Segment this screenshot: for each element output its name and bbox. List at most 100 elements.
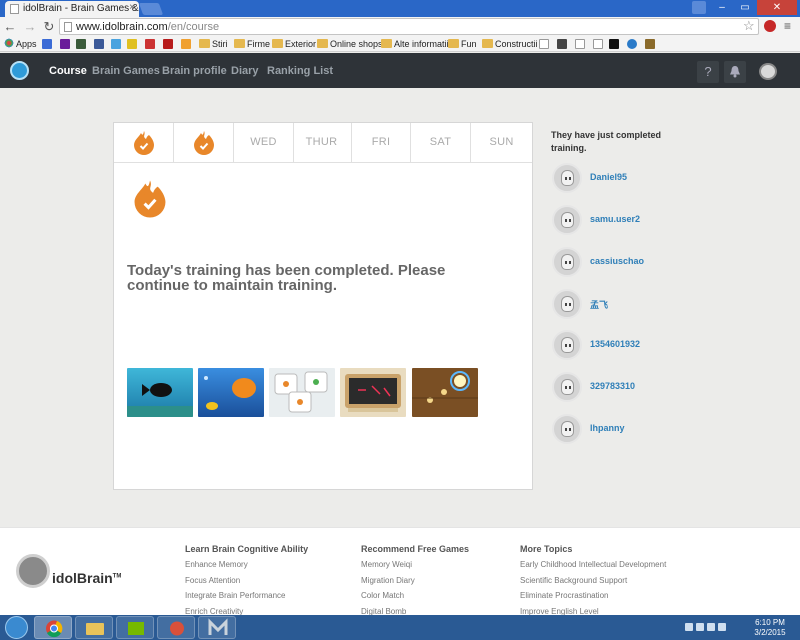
folder-icon <box>86 623 104 635</box>
user-name[interactable]: Daniel95 <box>590 172 627 182</box>
game-thumb-dice[interactable] <box>269 368 335 417</box>
tray-volume-icon[interactable] <box>718 623 726 631</box>
bookmark-imdb-icon[interactable] <box>127 39 137 49</box>
help-icon[interactable]: ? <box>697 61 719 83</box>
tab-close-icon[interactable]: × <box>129 2 135 13</box>
dice-game-icon <box>274 371 328 413</box>
url-path: /en/course <box>167 21 220 33</box>
nav-course[interactable]: Course <box>49 65 87 77</box>
flame-check-icon <box>194 131 214 155</box>
folder-icon <box>317 39 328 48</box>
bookmark-folder[interactable]: Constructii <box>482 38 538 51</box>
footer-link[interactable]: Eliminate Procrastination <box>520 591 608 600</box>
bookmark-facebook-icon[interactable] <box>94 39 104 49</box>
footer-link[interactable]: Integrate Brain Performance <box>185 591 286 600</box>
taskbar-clock[interactable]: 6:10 PM 3/2/2015 <box>745 618 795 638</box>
reload-icon[interactable]: ↻ <box>41 19 57 35</box>
bookmark-site-icon[interactable] <box>111 39 121 49</box>
extension-icon[interactable] <box>764 20 776 32</box>
taskbar-explorer-icon[interactable] <box>75 616 113 639</box>
chrome-menu-icon[interactable]: ≡ <box>784 19 791 33</box>
user-name[interactable]: cassiuschao <box>590 256 644 266</box>
bookmark-site-icon[interactable] <box>627 39 637 49</box>
bookmark-folder[interactable]: Alte informatii <box>381 38 449 51</box>
taskbar-chrome-icon[interactable] <box>34 616 72 639</box>
site-footer: idolBrainTM Learn Brain Cognitive Abilit… <box>0 527 800 616</box>
bookmark-site-icon[interactable] <box>181 39 191 49</box>
bookmark-google-icon[interactable] <box>42 39 52 49</box>
folder-icon <box>199 39 210 48</box>
nav-brain-profile[interactable]: Brain profile <box>162 65 227 77</box>
browser-tab[interactable]: idolBrain - Brain Games & × <box>5 1 139 17</box>
nvidia-icon <box>128 622 144 635</box>
user-row[interactable]: lhpanny <box>552 414 752 446</box>
taskbar-nvidia-icon[interactable] <box>116 616 154 639</box>
user-row[interactable]: 孟飞 <box>552 289 752 321</box>
address-bar[interactable]: www.idolbrain.com/en/course <box>59 18 759 35</box>
fish-game-icon <box>127 383 193 417</box>
chrome-user-icon[interactable] <box>692 1 706 14</box>
user-name[interactable]: 孟飞 <box>590 298 608 311</box>
footer-link[interactable]: Scientific Background Support <box>520 576 627 585</box>
taskbar-m-icon[interactable] <box>198 616 236 639</box>
tray-flag-icon[interactable] <box>696 623 704 631</box>
game-thumb-fish[interactable] <box>127 368 193 417</box>
user-avatar-icon[interactable] <box>759 63 777 80</box>
bookmark-site-icon[interactable] <box>76 39 86 49</box>
user-name[interactable]: samu.user2 <box>590 214 640 224</box>
user-row[interactable]: 329783310 <box>552 372 752 404</box>
bookmark-site-icon[interactable] <box>145 39 155 49</box>
bookmark-apps[interactable]: Apps <box>4 38 37 51</box>
notification-bell-icon[interactable] <box>724 61 746 83</box>
day-thur: THUR <box>292 123 352 162</box>
game-thumb-chalkboard[interactable] <box>340 368 406 417</box>
bookmark-yahoo-icon[interactable] <box>60 39 70 49</box>
user-name[interactable]: lhpanny <box>590 423 625 433</box>
bookmark-site-icon[interactable] <box>163 39 173 49</box>
forward-arrow-icon[interactable]: → <box>22 19 38 35</box>
bookmark-folder[interactable]: Fun <box>448 38 477 51</box>
footer-link[interactable]: Enhance Memory <box>185 560 248 569</box>
tray-network-icon[interactable] <box>707 623 715 631</box>
bookmark-folder[interactable]: Stiri <box>199 38 228 51</box>
game-thumb-lights[interactable] <box>412 368 478 417</box>
taskbar-app-icon[interactable] <box>157 616 195 639</box>
nav-brain-games[interactable]: Brain Games <box>92 65 160 77</box>
user-row[interactable]: cassiuschao <box>552 247 752 279</box>
window-minimize-button[interactable]: – <box>711 0 733 15</box>
week-progress-row: WED THUR FRI SAT SUN <box>114 123 532 163</box>
user-avatar-icon <box>552 205 582 235</box>
tray-arrow-icon[interactable] <box>685 623 693 631</box>
bookmark-folder[interactable]: Firme <box>234 38 270 51</box>
bookmark-site-icon[interactable] <box>645 39 655 49</box>
footer-logo-icon[interactable] <box>16 554 50 588</box>
window-maximize-button[interactable]: ▭ <box>734 0 756 15</box>
game-thumb-goldfish[interactable] <box>198 368 264 417</box>
user-name[interactable]: 1354601932 <box>590 339 640 349</box>
user-row[interactable]: samu.user2 <box>552 205 752 237</box>
footer-link[interactable]: Early Childhood Intellectual Development <box>520 560 666 569</box>
back-arrow-icon[interactable]: ← <box>2 19 18 35</box>
footer-link[interactable]: Memory Weiqi <box>361 560 412 569</box>
user-name[interactable]: 329783310 <box>590 381 635 391</box>
user-row[interactable]: Daniel95 <box>552 163 752 195</box>
footer-link[interactable]: Migration Diary <box>361 576 415 585</box>
idolbrain-logo-icon[interactable] <box>10 61 29 80</box>
bookmark-folder[interactable]: Exterior <box>272 38 316 51</box>
nav-diary[interactable]: Diary <box>231 65 259 77</box>
user-row[interactable]: 1354601932 <box>552 330 752 362</box>
bookmark-page-icon[interactable] <box>539 39 549 49</box>
new-tab-button[interactable] <box>138 3 164 15</box>
nav-ranking-list[interactable]: Ranking List <box>267 65 333 77</box>
bookmark-page-icon[interactable] <box>575 39 585 49</box>
bookmark-folder[interactable]: Online shops <box>317 38 383 51</box>
footer-link[interactable]: Focus Attention <box>185 576 240 585</box>
start-button-icon[interactable] <box>5 616 28 639</box>
bookmark-star-icon[interactable]: ☆ <box>743 18 755 34</box>
footer-column-title: Learn Brain Cognitive Ability <box>185 544 309 554</box>
footer-link[interactable]: Color Match <box>361 591 404 600</box>
bookmark-site-icon[interactable] <box>609 39 619 49</box>
bookmark-page-icon[interactable] <box>593 39 603 49</box>
window-close-button[interactable]: ✕ <box>757 0 797 15</box>
bookmark-site-icon[interactable] <box>557 39 567 49</box>
